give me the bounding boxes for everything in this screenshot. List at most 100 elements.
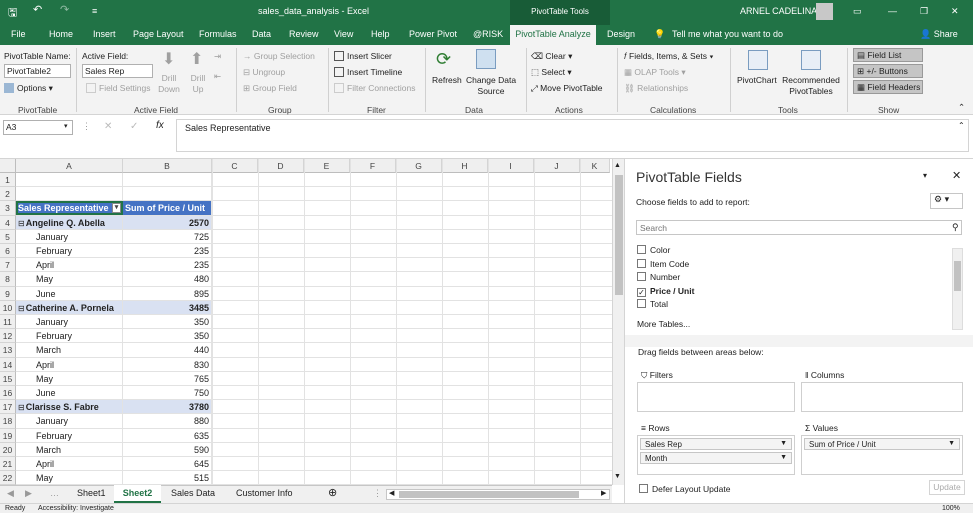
panel-settings-button[interactable]: ⚙ ▾: [930, 193, 963, 209]
rows-drop-area[interactable]: Sales Rep ▼ Month ▼: [637, 435, 795, 475]
more-tables-link[interactable]: More Tables...: [637, 319, 690, 329]
filters-drop-area[interactable]: [637, 382, 795, 412]
sheet-tab-sheet2[interactable]: Sheet2: [114, 485, 161, 503]
vertical-scrollbar-thumb[interactable]: [615, 175, 623, 295]
column-header-f[interactable]: F: [350, 159, 396, 173]
horizontal-scrollbar[interactable]: ◀ ▶: [386, 489, 610, 500]
column-header-g[interactable]: G: [396, 159, 442, 173]
cell-a[interactable]: ⊟Angeline Q. Abella: [16, 215, 123, 229]
cell-b[interactable]: 350: [123, 329, 212, 343]
cell-a[interactable]: February: [16, 428, 123, 442]
cell-a[interactable]: January: [16, 229, 123, 243]
field-headers-button[interactable]: ▦ Field Headers: [853, 80, 923, 94]
clear-button[interactable]: ⌫ Clear ▾: [531, 51, 572, 62]
refresh-button[interactable]: Refresh: [432, 75, 462, 85]
row-header[interactable]: 21: [0, 457, 16, 472]
field-settings-button[interactable]: Field Settings: [86, 83, 151, 93]
restore-icon[interactable]: ❐: [920, 6, 928, 17]
field-list-item[interactable]: Total: [637, 299, 668, 309]
field-search-input[interactable]: [636, 220, 962, 235]
column-header-e[interactable]: E: [304, 159, 350, 173]
cell-b[interactable]: 440: [123, 343, 212, 357]
undo-icon[interactable]: ↶: [33, 3, 42, 16]
group-field-button[interactable]: ⊞ Group Field: [243, 83, 297, 94]
next-sheet-icon[interactable]: ▶: [25, 488, 32, 499]
ribbon-display-icon[interactable]: ▭: [853, 6, 862, 17]
minimize-icon[interactable]: —: [888, 6, 897, 16]
cell-a[interactable]: June: [16, 286, 123, 300]
cell-a[interactable]: [16, 173, 123, 187]
plus-minus-buttons-button[interactable]: ⊞ +/- Buttons: [853, 64, 923, 78]
cell-a[interactable]: ⊟Catherine A. Pornela: [16, 300, 123, 314]
defer-checkbox-box[interactable]: [639, 484, 648, 493]
more-sheets-icon[interactable]: …: [50, 488, 59, 498]
cell-b[interactable]: [123, 187, 212, 201]
tab-risk[interactable]: @RISK: [473, 29, 503, 39]
chevron-down-icon[interactable]: ▼: [780, 440, 787, 447]
cell-b[interactable]: 3485: [123, 300, 212, 314]
insert-timeline-button[interactable]: Insert Timeline: [334, 67, 402, 77]
row-header[interactable]: 4: [0, 215, 16, 230]
cell-b[interactable]: 590: [123, 442, 212, 456]
scroll-up-icon[interactable]: ▲: [614, 162, 621, 169]
move-pivottable-button[interactable]: ⤢ Move PivotTable: [531, 83, 603, 94]
checkbox-icon[interactable]: [637, 245, 646, 254]
values-drop-area[interactable]: Sum of Price / Unit ▼: [801, 435, 963, 475]
tab-help[interactable]: Help: [371, 29, 390, 39]
column-header-k[interactable]: K: [580, 159, 610, 173]
cell-a[interactable]: [16, 187, 123, 201]
redo-icon[interactable]: ↷: [60, 3, 69, 16]
tab-insert[interactable]: Insert: [93, 29, 116, 39]
avatar[interactable]: [816, 3, 833, 20]
enter-icon[interactable]: ✓: [130, 121, 138, 132]
save-icon[interactable]: 🖫: [8, 4, 17, 23]
field-list-item[interactable]: ✓ Price / Unit: [637, 286, 694, 297]
cell-b[interactable]: 765: [123, 371, 212, 385]
row-header[interactable]: 9: [0, 286, 16, 301]
pivottable-name-input[interactable]: PivotTable2: [4, 64, 71, 78]
sheet-tab-sales-data[interactable]: Sales Data: [171, 488, 215, 498]
cell-b[interactable]: 645: [123, 457, 212, 471]
row-header[interactable]: 3: [0, 201, 16, 216]
field-list-scrollbar[interactable]: [952, 248, 963, 330]
name-box[interactable]: A3: [3, 120, 73, 135]
cell-b[interactable]: 830: [123, 357, 212, 371]
cell-a[interactable]: March: [16, 343, 123, 357]
recommended-pivottables-button[interactable]: Recommended PivotTables: [779, 75, 843, 97]
cell-a[interactable]: May: [16, 371, 123, 385]
select-button[interactable]: ⬚ Select ▾: [531, 67, 572, 78]
share-button[interactable]: 👤 Share: [920, 29, 958, 40]
row-header[interactable]: 6: [0, 244, 16, 259]
vertical-scrollbar-track[interactable]: ▲ ▼: [612, 159, 624, 485]
rows-field-sales-rep[interactable]: Sales Rep ▼: [640, 438, 792, 450]
cell-a[interactable]: February: [16, 244, 123, 258]
cancel-icon[interactable]: ✕: [104, 121, 112, 132]
cell-a[interactable]: January: [16, 315, 123, 329]
row-header[interactable]: 7: [0, 258, 16, 273]
zoom-level[interactable]: 100%: [942, 505, 960, 512]
close-icon[interactable]: ✕: [951, 6, 959, 17]
cell-a[interactable]: January: [16, 414, 123, 428]
panel-options-icon[interactable]: ▾: [923, 171, 927, 180]
tab-view[interactable]: View: [334, 29, 353, 39]
row-header[interactable]: 2: [0, 187, 16, 202]
panel-close-icon[interactable]: ✕: [952, 169, 961, 182]
tab-review[interactable]: Review: [289, 29, 319, 39]
cell-b[interactable]: 2570: [123, 215, 212, 229]
row-header[interactable]: 8: [0, 272, 16, 287]
scroll-down-icon[interactable]: ▼: [614, 473, 621, 480]
row-header[interactable]: 22: [0, 471, 16, 485]
cell-b[interactable]: 635: [123, 428, 212, 442]
add-sheet-icon[interactable]: ⊕: [328, 486, 337, 499]
column-header-c[interactable]: C: [212, 159, 258, 173]
cell-b[interactable]: 880: [123, 414, 212, 428]
columns-drop-area[interactable]: [801, 382, 963, 412]
group-selection-button[interactable]: → Group Selection: [243, 51, 315, 61]
change-data-source-button[interactable]: Change Data Source: [463, 75, 519, 97]
tab-page-layout[interactable]: Page Layout: [133, 29, 184, 39]
options-button[interactable]: Options ▾: [4, 83, 53, 94]
column-header-h[interactable]: H: [442, 159, 488, 173]
checkbox-icon[interactable]: [637, 299, 646, 308]
cell-a[interactable]: June: [16, 386, 123, 400]
tab-file[interactable]: File: [11, 29, 26, 39]
